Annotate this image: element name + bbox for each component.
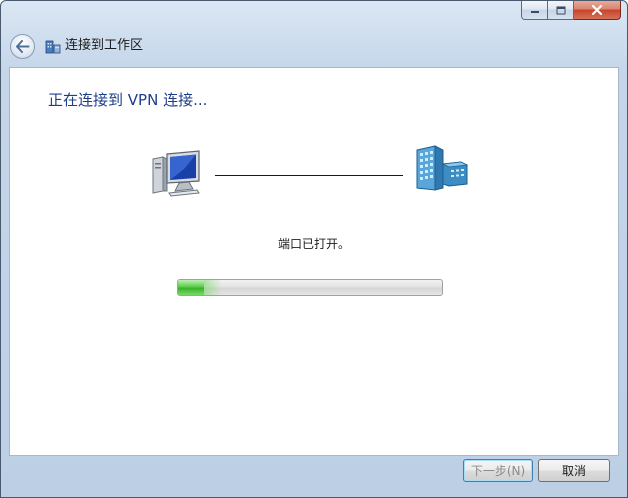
maximize-icon bbox=[556, 6, 565, 14]
maximize-button[interactable] bbox=[548, 1, 574, 20]
minimize-icon bbox=[530, 11, 539, 13]
back-button[interactable] bbox=[10, 34, 35, 59]
next-button[interactable]: 下一步(N) bbox=[463, 459, 533, 482]
status-message: 端口已打开。 bbox=[277, 237, 350, 251]
window-title: 连接到工作区 bbox=[65, 38, 144, 53]
server-icon bbox=[416, 145, 469, 191]
page-heading: 正在连接到 VPN 连接... bbox=[48, 91, 208, 109]
close-icon bbox=[591, 5, 603, 15]
back-arrow-icon bbox=[16, 40, 30, 53]
connection-line bbox=[215, 175, 403, 176]
network-workplace-icon bbox=[45, 40, 61, 54]
computer-icon bbox=[152, 150, 200, 197]
content-panel: 正在连接到 VPN 连接... 端口已打开。 bbox=[9, 67, 619, 456]
dialog-window: 连接到工作区 正在连接到 VPN 连接... 端口已打开。 下一步(N) 取消 bbox=[0, 0, 628, 498]
progress-fill bbox=[178, 280, 224, 295]
minimize-button[interactable] bbox=[521, 1, 548, 20]
cancel-button[interactable]: 取消 bbox=[538, 459, 610, 482]
close-button[interactable] bbox=[574, 1, 621, 20]
connection-progress-bar bbox=[177, 279, 443, 296]
window-caption-buttons bbox=[521, 1, 621, 21]
